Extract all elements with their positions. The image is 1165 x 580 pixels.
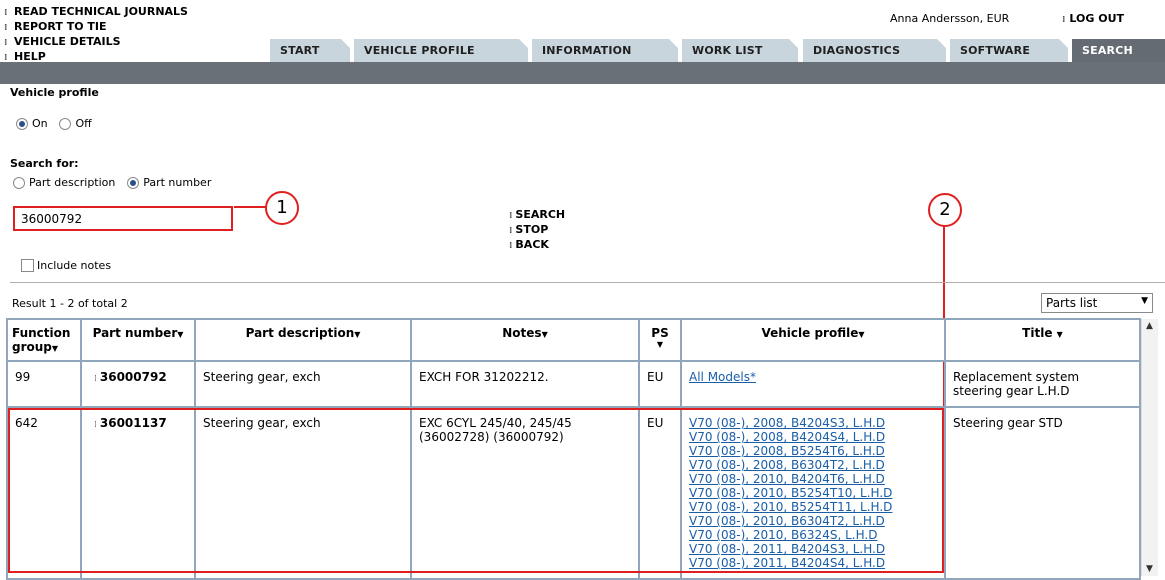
cell-title: Steering gear STD: [944, 406, 1141, 580]
divider: [10, 282, 1165, 283]
sort-down-icon: ▼: [858, 330, 865, 339]
sort-down-icon: ▼: [354, 330, 361, 339]
col-function-group[interactable]: Function group▼: [6, 318, 82, 362]
search-input[interactable]: 36000792: [13, 206, 233, 231]
cell-vehicle-profile: All Models*: [680, 360, 946, 408]
view-select[interactable]: Parts list ▼: [1041, 293, 1153, 313]
sort-down-icon: ▼: [51, 344, 59, 353]
col-vehicle-profile[interactable]: Vehicle profile▼: [680, 318, 946, 362]
col-notes[interactable]: Notes▼: [410, 318, 640, 362]
sort-down-icon: ▼: [541, 330, 548, 339]
cell-desc: Steering gear, exch: [194, 360, 412, 408]
part-number-radio[interactable]: [127, 176, 140, 189]
cell-ps: EU: [638, 360, 682, 408]
col-part-description[interactable]: Part description▼: [194, 318, 412, 362]
tab-start[interactable]: START: [270, 39, 351, 62]
callout-1-leader: [234, 206, 266, 208]
callout-2: 2: [928, 193, 962, 227]
scroll-up-icon[interactable]: ▲: [1146, 321, 1153, 331]
bullet-icon: ⁞: [4, 8, 8, 18]
expand-icon[interactable]: ⁞: [94, 374, 97, 384]
tab-software[interactable]: SOFTWARE: [950, 39, 1069, 62]
tab-search[interactable]: SEARCH: [1072, 39, 1165, 62]
table-header-row: Function group▼ Part number▼ Part descrip…: [6, 318, 1141, 362]
user-name: Anna Andersson, EUR: [890, 12, 1010, 25]
cell-group: 99: [6, 360, 82, 408]
vehicle-profile-off-label: Off: [75, 117, 92, 130]
tab-vehicle-profile[interactable]: VEHICLE PROFILE: [354, 39, 529, 62]
highlight-box: [8, 408, 944, 573]
tab-information[interactable]: INFORMATION: [532, 39, 679, 62]
col-title[interactable]: Title ▼: [944, 318, 1141, 362]
vehicle-profile-on-label: On: [32, 117, 48, 130]
bullet-icon: ⁞: [509, 241, 513, 251]
back-action[interactable]: ⁞ BACK: [509, 238, 565, 253]
col-ps[interactable]: PS ▼: [638, 318, 682, 362]
top-link-report-tie[interactable]: ⁞ REPORT TO TIE: [4, 20, 188, 35]
include-notes: Include notes: [21, 258, 119, 272]
tab-work-list[interactable]: WORK LIST: [682, 39, 799, 62]
search-for-label: Search for:: [10, 157, 79, 170]
bullet-icon: ⁞: [4, 38, 8, 48]
cell-notes: EXCH FOR 31202212.: [410, 360, 640, 408]
tab-diagnostics[interactable]: DIAGNOSTICS: [803, 39, 947, 62]
cell-part[interactable]: ⁞ 36000792: [80, 360, 196, 408]
search-for-options: Part description Part number: [13, 175, 219, 189]
callout-1: 1: [265, 191, 299, 225]
top-links: ⁞ READ TECHNICAL JOURNALS ⁞ REPORT TO TIE …: [4, 5, 188, 65]
sort-down-icon: ▼: [177, 330, 184, 339]
bullet-icon: ⁞: [1062, 15, 1066, 25]
search-action[interactable]: ⁞ SEARCH: [509, 208, 565, 223]
logout-link[interactable]: ⁞ LOG OUT: [1062, 12, 1124, 25]
top-link-vehicle-details[interactable]: ⁞ VEHICLE DETAILS: [4, 35, 188, 50]
vehicle-profile-label: Vehicle profile: [10, 86, 99, 99]
include-notes-checkbox[interactable]: [21, 259, 34, 272]
vehicle-profile-off-radio[interactable]: [59, 117, 72, 130]
search-actions: ⁞ SEARCH ⁞ STOP ⁞ BACK: [509, 208, 565, 253]
col-part-number[interactable]: Part number▼: [80, 318, 196, 362]
part-description-label: Part description: [29, 176, 116, 189]
result-count: Result 1 - 2 of total 2: [12, 297, 128, 310]
stop-action[interactable]: ⁞ STOP: [509, 223, 565, 238]
include-notes-label: Include notes: [37, 259, 112, 272]
table-row: 99 ⁞ 36000792 Steering gear, exch EXCH FO…: [6, 360, 1141, 408]
bullet-icon: ⁞: [4, 23, 8, 33]
sort-down-icon: ▼: [656, 340, 664, 349]
cell-title: Replacement system steering gear L.H.D: [944, 360, 1141, 408]
vehicle-profile-on-radio[interactable]: [16, 117, 28, 130]
bullet-icon: ⁞: [509, 211, 513, 221]
part-description-radio[interactable]: [13, 176, 25, 189]
chevron-down-icon: ▼: [1141, 296, 1148, 306]
vehicle-link[interactable]: All Models*: [689, 370, 756, 384]
part-number-label: Part number: [143, 176, 212, 189]
sort-down-icon: ▼: [1056, 330, 1063, 339]
top-link-read-journals[interactable]: ⁞ READ TECHNICAL JOURNALS: [4, 5, 188, 20]
table-scrollbar[interactable]: ▲ ▼: [1141, 319, 1158, 576]
bullet-icon: ⁞: [509, 226, 513, 236]
vehicle-profile-options: On Off: [16, 116, 100, 130]
scroll-down-icon[interactable]: ▼: [1146, 564, 1153, 574]
header-band: [0, 62, 1165, 84]
